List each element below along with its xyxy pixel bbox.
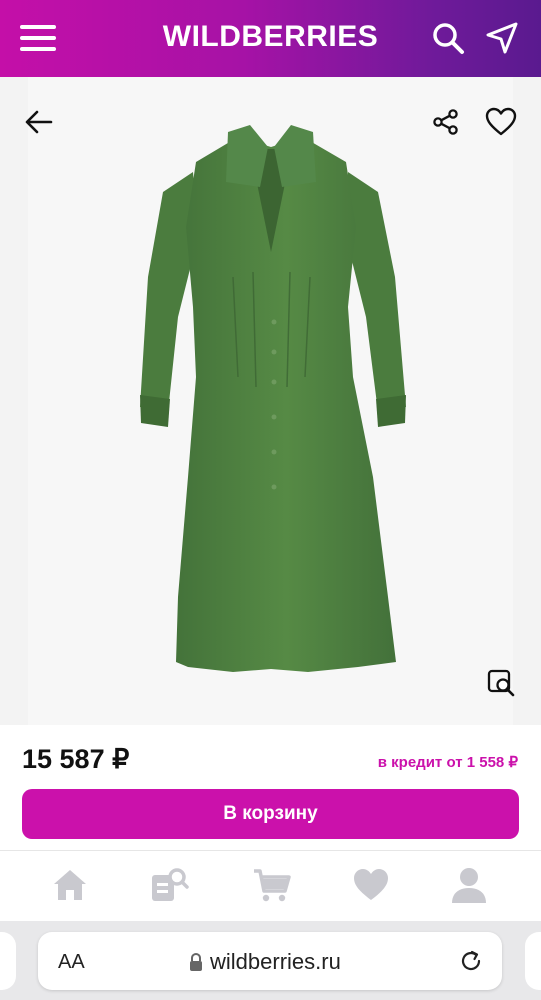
brand-title[interactable]: WILDBERRIES [163, 20, 379, 53]
bottom-nav [0, 851, 541, 921]
share-icon[interactable] [432, 108, 460, 136]
text-size-label: AA [58, 951, 85, 973]
reload-icon[interactable] [458, 948, 484, 974]
dress-image [140, 125, 406, 672]
text-size-button[interactable]: AA [58, 951, 85, 974]
home-icon[interactable] [50, 865, 90, 905]
product-image[interactable] [28, 77, 513, 725]
location-arrow-icon[interactable] [484, 20, 520, 56]
url-text: wildberries.ru [210, 949, 341, 974]
arrow-left-icon[interactable] [24, 107, 54, 137]
previous-tab[interactable] [0, 932, 16, 990]
menu-icon[interactable] [20, 25, 56, 53]
browser-bar: AA wildberries.ru [0, 921, 541, 1000]
next-tab[interactable] [525, 932, 541, 990]
cart-icon[interactable] [252, 865, 292, 905]
credit-link[interactable]: в кредит от 1 558 ₽ [378, 753, 518, 771]
product-price: 15 587 ₽ [22, 744, 130, 774]
profile-icon[interactable] [449, 865, 489, 905]
top-header: WILDBERRIES [0, 0, 541, 77]
heart-outline-icon[interactable] [485, 107, 517, 137]
product-gallery[interactable] [0, 77, 541, 725]
heart-icon[interactable] [351, 865, 391, 905]
lock-icon [190, 952, 202, 971]
search-icon[interactable] [430, 20, 466, 56]
add-to-cart-button[interactable]: В корзину [22, 789, 519, 839]
catalog-search-icon[interactable] [150, 865, 190, 905]
image-search-icon[interactable] [486, 668, 516, 698]
price-row: 15 587 ₽ в кредит от 1 558 ₽ [0, 726, 541, 786]
product-page: WILDBERRIES 15 587 ₽ в кредит от 1 558 ₽… [0, 0, 541, 1000]
address-bar[interactable]: AA wildberries.ru [38, 932, 502, 990]
